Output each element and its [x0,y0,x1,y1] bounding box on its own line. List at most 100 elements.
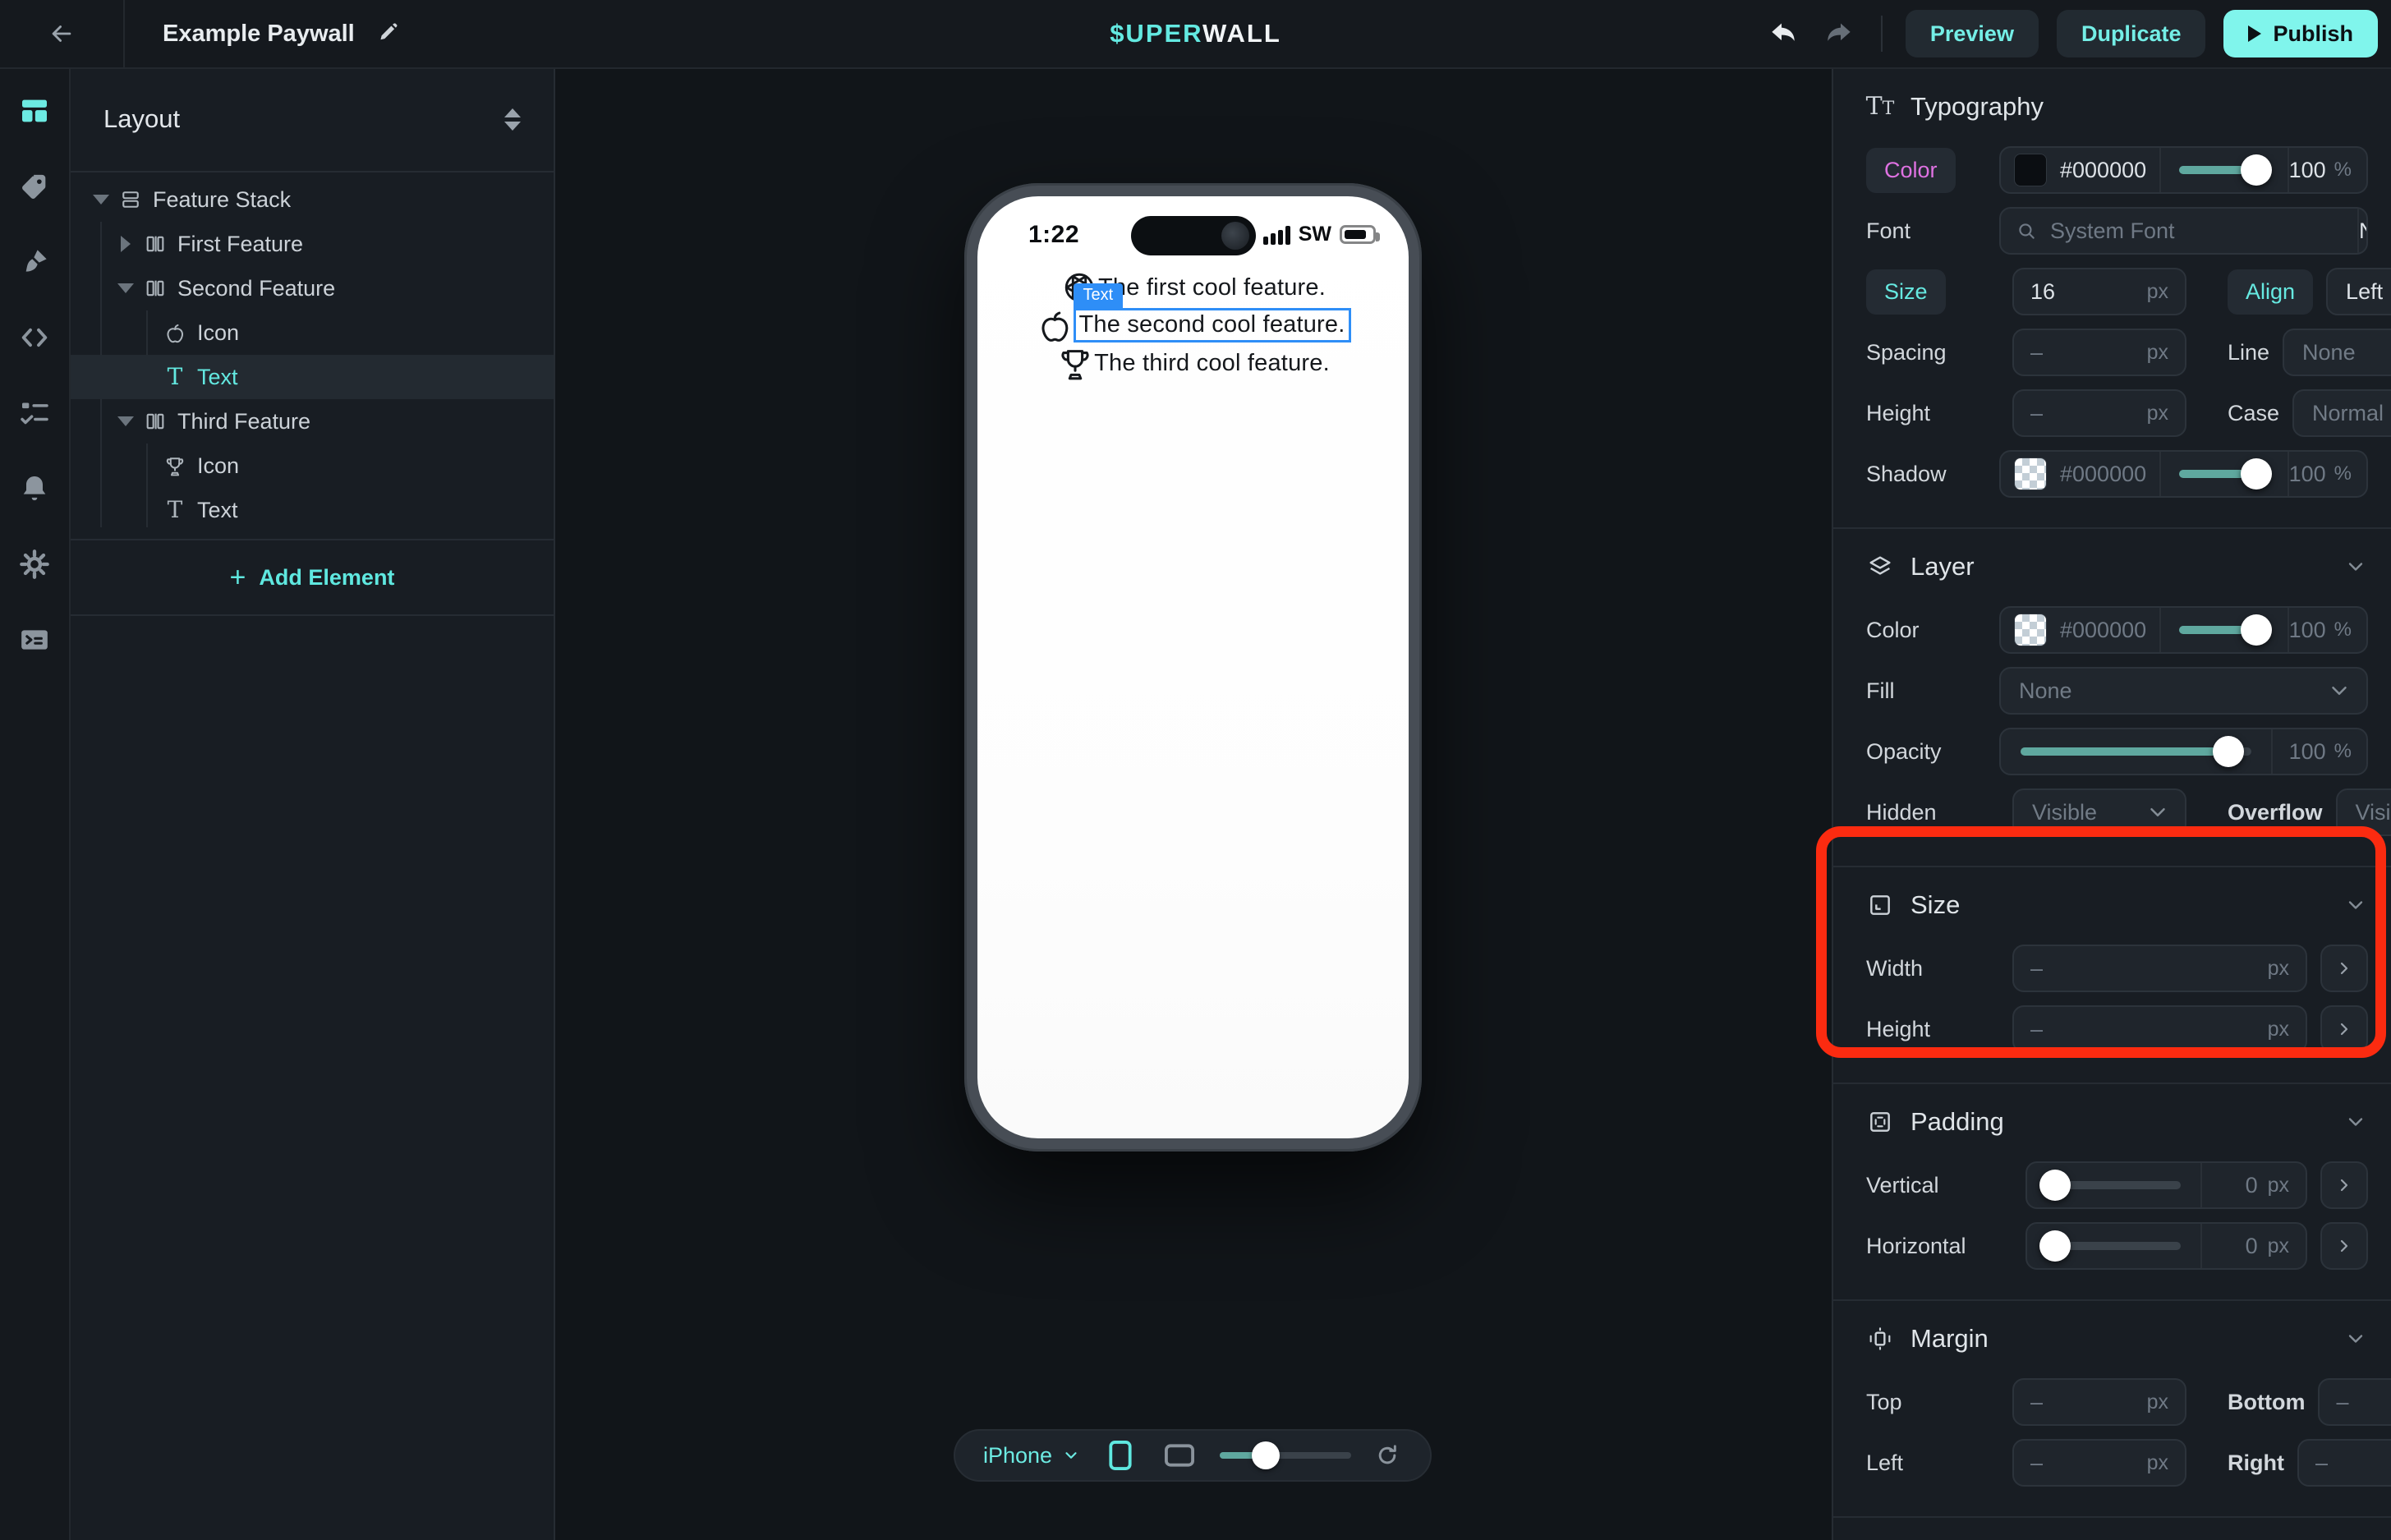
layer-color-opacity-value[interactable]: 100 % [2289,608,2366,652]
zoom-slider[interactable] [1220,1452,1351,1459]
font-search-input[interactable] [2048,218,2343,245]
opacity-slider[interactable] [2001,729,2271,774]
color-swatch[interactable] [2014,154,2047,186]
collapse-section-button[interactable] [2343,1110,2368,1134]
tree-item-icon-third[interactable]: Icon [71,444,554,488]
align-value: Left [2346,279,2383,305]
padding-horizontal-value[interactable]: 0 px [2200,1224,2306,1268]
back-button[interactable] [0,0,125,67]
layout-nav-icon[interactable] [17,94,52,128]
padding-vertical-value[interactable]: 0 px [2200,1163,2306,1207]
percent-unit: % [2334,159,2352,182]
shadow-opacity-value[interactable]: 100 % [2289,452,2366,496]
overflow-label: Overflow [2228,800,2323,825]
font-search-field[interactable] [2001,209,2357,253]
caret-right-icon[interactable] [118,237,133,251]
feature-text[interactable]: The second cool feature. [1079,311,1345,338]
selected-text-element[interactable]: Text The second cool feature. [1074,308,1351,342]
tag-nav-icon[interactable] [17,169,52,204]
checklist-nav-icon[interactable] [17,396,52,430]
paywall-preview-screen[interactable]: 1:22 SW The first [977,196,1409,1138]
align-select[interactable]: Left [2326,268,2391,315]
layer-order-icon[interactable] [504,108,521,131]
collapse-section-button[interactable] [2343,554,2368,579]
padding-vertical-advanced-button[interactable] [2320,1161,2368,1209]
collapse-section-button[interactable] [2343,1326,2368,1351]
portrait-orientation-button[interactable] [1101,1437,1139,1474]
font-weight-select[interactable]: Normal [2357,209,2368,253]
tree-item-text-third[interactable]: T Text [71,488,554,532]
margin-right-input[interactable]: – px [2297,1439,2391,1487]
redo-button[interactable] [1820,15,1858,53]
landscape-orientation-button[interactable] [1161,1437,1198,1474]
px-unit: px [2147,280,2168,304]
height-input[interactable]: – px [2012,1005,2307,1053]
publish-button[interactable]: Publish [2223,10,2378,57]
zoom-slider-thumb[interactable] [1252,1441,1280,1469]
line-height-input[interactable]: – px [2012,389,2186,437]
feature-row-third[interactable]: The third cool feature. [1056,344,1330,382]
bell-nav-icon[interactable] [17,471,52,506]
layer-color-opacity-slider[interactable] [2159,608,2288,652]
letter-spacing-input[interactable]: – px [2012,329,2186,376]
height-value: – [2030,1017,2043,1042]
preview-button[interactable]: Preview [1906,10,2039,57]
shadow-hex-field[interactable]: #000000 [2001,452,2159,496]
feature-text[interactable]: The first cool feature. [1098,274,1326,301]
padding-horizontal-advanced-button[interactable] [2320,1222,2368,1270]
case-select[interactable]: Normal [2292,389,2391,437]
tree-item-second-feature[interactable]: Second Feature [71,266,554,310]
color-hex-field[interactable]: #000000 [2001,148,2159,192]
tree-item-feature-stack[interactable]: Feature Stack [71,177,554,222]
tree-item-icon-second[interactable]: Icon [71,310,554,355]
shadow-opacity-slider[interactable] [2159,452,2288,496]
feature-text[interactable]: The third cool feature. [1094,350,1330,377]
shadow-control: #000000 100 % [1999,450,2368,498]
padding-vertical-slider[interactable] [2027,1163,2200,1207]
margin-left-input[interactable]: – px [2012,1439,2186,1487]
font-size-input[interactable]: 16 px [2012,268,2186,315]
caret-down-icon[interactable] [118,281,133,296]
brush-nav-icon[interactable] [17,245,52,279]
gear-nav-icon[interactable] [17,547,52,582]
layer-color-swatch[interactable] [2014,614,2047,646]
undo-button[interactable] [1764,15,1802,53]
code-nav-icon[interactable] [17,320,52,355]
caret-down-icon[interactable] [94,192,108,207]
canvas[interactable]: 1:22 SW The first [555,69,1832,1540]
margin-top-input[interactable]: – px [2012,1378,2186,1426]
hidden-select[interactable]: Visible [2012,788,2186,836]
shadow-color-swatch[interactable] [2014,457,2047,490]
caret-down-icon[interactable] [118,414,133,429]
tree-item-text-second[interactable]: T Text [71,355,554,399]
console-nav-icon[interactable] [17,623,52,657]
align-chip[interactable]: Align [2228,269,2313,315]
color-opacity-value[interactable]: 100 % [2289,148,2366,192]
fill-select[interactable]: None [1999,667,2368,715]
color-opacity-slider[interactable] [2159,148,2288,192]
padding-horizontal-slider[interactable] [2027,1224,2200,1268]
publish-label: Publish [2273,21,2353,47]
width-input[interactable]: – px [2012,945,2307,992]
refresh-button[interactable] [1373,1437,1402,1474]
layer-color-hex-field[interactable]: #000000 [2001,608,2159,652]
feature-row-second[interactable]: Text The second cool feature. [1036,306,1351,344]
text-color-chip[interactable]: Color [1866,148,1956,193]
tree-item-third-feature[interactable]: Third Feature [71,399,554,444]
add-element-button[interactable]: + Add Element [71,539,554,616]
font-size-chip[interactable]: Size [1866,269,1946,315]
overflow-select[interactable]: Visible [2336,788,2391,836]
selection-tag: Text [1074,283,1124,308]
collapse-section-button[interactable] [2343,893,2368,917]
height-advanced-button[interactable] [2320,1005,2368,1053]
tree-item-first-feature[interactable]: First Feature [71,222,554,266]
duplicate-button[interactable]: Duplicate [2057,10,2206,57]
line-select[interactable]: None [2283,329,2391,376]
width-advanced-button[interactable] [2320,945,2368,992]
padding-horizontal-label: Horizontal [1866,1234,2012,1259]
opacity-value[interactable]: 100 % [2271,729,2366,774]
margin-bottom-input[interactable]: – px [2318,1378,2391,1426]
device-select[interactable]: iPhone [983,1443,1080,1469]
typography-section: TT Typography Color #000000 100 % [1833,69,2391,529]
edit-title-icon[interactable] [370,15,407,53]
